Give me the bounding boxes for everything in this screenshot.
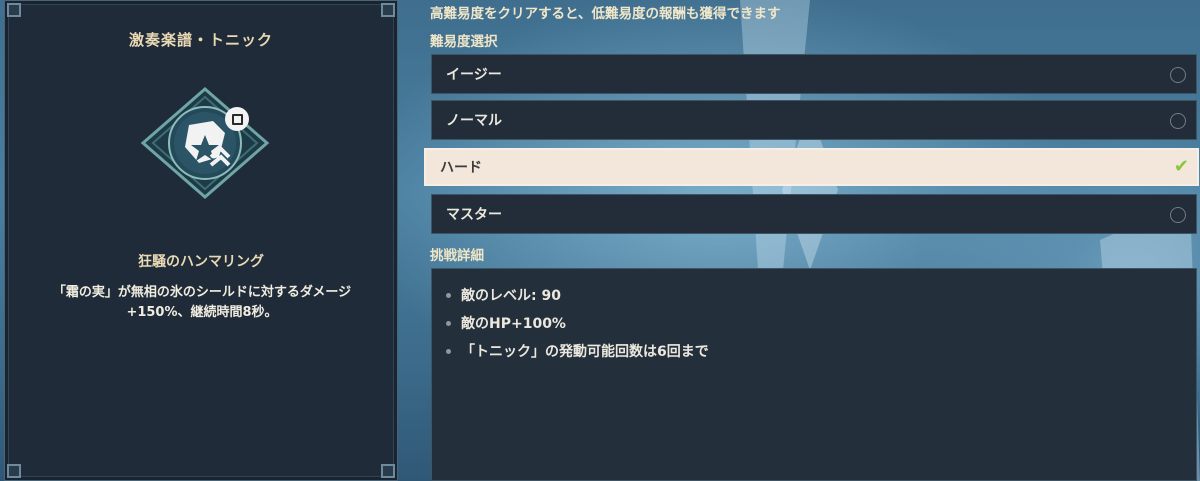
detail-text: 敵のレベル: 90 xyxy=(461,288,561,304)
difficulty-option-label: ハード xyxy=(440,160,482,176)
effect-name: 狂騒のハンマリング xyxy=(138,254,264,270)
details-label: 挑戦詳細 xyxy=(430,248,484,264)
difficulty-option-label: イージー xyxy=(446,67,502,83)
bullet-icon xyxy=(446,320,451,326)
difficulty-option-label: ノーマル xyxy=(446,113,502,129)
card-title: 激奏楽譜・トニック xyxy=(128,31,273,49)
detail-text: 敵のHP+100% xyxy=(461,316,566,332)
frame-corner xyxy=(7,3,21,17)
frame-corner xyxy=(7,464,21,478)
list-item: 敵のHP+100% xyxy=(446,309,1196,337)
effect-description: 「霜の実」が無相の氷のシールドに対するダメージ +150%、継続時間8秒。 xyxy=(19,283,385,323)
bullet-icon xyxy=(446,292,451,298)
effect-desc-line: +150%、継続時間8秒。 xyxy=(126,305,278,320)
reward-hint: 高難易度をクリアすると、低難易度の報酬も獲得できます xyxy=(430,6,781,22)
radio-icon xyxy=(1170,113,1186,129)
difficulty-option-easy[interactable]: イージー xyxy=(431,54,1197,94)
reward-card: 激奏楽譜・トニック 狂騒のハンマリング 「霜の実」が無相の氷のシールドに対するダ… xyxy=(4,0,398,481)
effect-desc-line: 「霜の実」が無相の氷のシールドに対するダメージ xyxy=(52,285,352,300)
bullet-icon xyxy=(446,348,451,354)
challenge-details-panel: 敵のレベル: 90 敵のHP+100% 「トニック」の発動可能回数は6回まで xyxy=(431,268,1197,481)
difficulty-label: 難易度選択 xyxy=(430,34,498,50)
difficulty-option-label: マスター xyxy=(446,207,502,223)
shield-burst-icon xyxy=(140,87,270,199)
frame-corner xyxy=(381,3,395,17)
frame-corner xyxy=(381,464,395,478)
list-item: 敵のレベル: 90 xyxy=(446,281,1196,309)
radio-icon xyxy=(1170,207,1186,223)
difficulty-option-normal[interactable]: ノーマル xyxy=(431,100,1197,140)
detail-text: 「トニック」の発動可能回数は6回まで xyxy=(461,344,709,360)
owned-checkbox-icon xyxy=(225,107,249,131)
difficulty-option-hard[interactable]: ハード ✔ xyxy=(424,148,1199,186)
check-icon: ✔ xyxy=(1173,156,1189,177)
list-item: 「トニック」の発動可能回数は6回まで xyxy=(446,337,1196,365)
radio-icon xyxy=(1170,67,1186,83)
difficulty-option-master[interactable]: マスター xyxy=(431,194,1197,234)
